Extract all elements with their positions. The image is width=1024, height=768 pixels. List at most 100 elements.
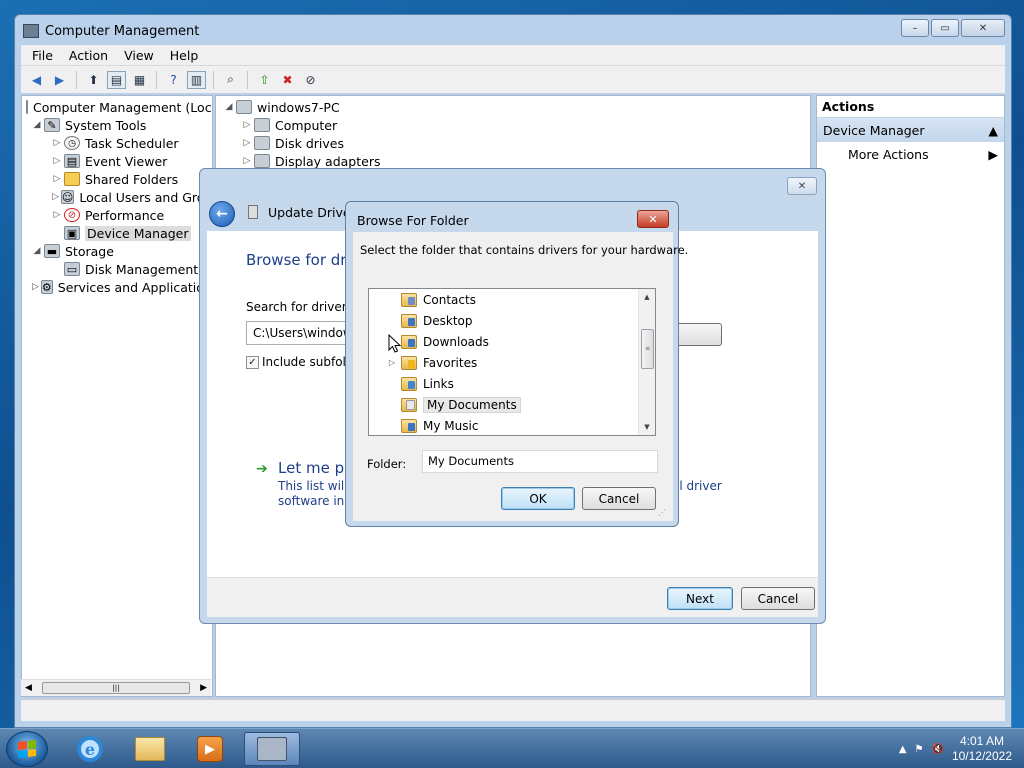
taskbar-internet-explorer[interactable]: e bbox=[62, 732, 118, 766]
device-category-computer[interactable]: ▷ Computer bbox=[216, 116, 810, 134]
tree-item-system-tools[interactable]: ◢ ✎ System Tools bbox=[22, 116, 212, 134]
scroll-down-icon[interactable]: ▼ bbox=[639, 419, 655, 435]
expand-arrow-icon[interactable]: ▷ bbox=[387, 358, 397, 367]
scan-hardware-icon[interactable]: ⌕ bbox=[221, 71, 240, 89]
expand-arrow-icon[interactable]: ▷ bbox=[242, 156, 252, 166]
back-arrow-icon[interactable]: ◀ bbox=[27, 71, 46, 89]
tree-item-event-viewer[interactable]: ▷ ▤ Event Viewer bbox=[22, 152, 212, 170]
actions-device-manager[interactable]: Device Manager ▲ bbox=[817, 118, 1004, 142]
menu-help[interactable]: Help bbox=[163, 48, 206, 63]
folder-item-label: Favorites bbox=[423, 355, 478, 370]
expand-arrow-icon[interactable]: ▷ bbox=[52, 192, 59, 202]
menu-view[interactable]: View bbox=[117, 48, 161, 63]
collapse-arrow-icon[interactable]: ◢ bbox=[224, 102, 234, 112]
expand-arrow-icon[interactable]: ▷ bbox=[242, 120, 252, 130]
tree-item-local-users[interactable]: ▷ ☺ Local Users and Group bbox=[22, 188, 212, 206]
scroll-right-icon[interactable]: ▶ bbox=[200, 683, 207, 693]
wizard-cancel-button[interactable]: Cancel bbox=[741, 587, 815, 610]
tree-item-root[interactable]: Computer Management (Local bbox=[22, 98, 212, 116]
disk-drive-icon bbox=[254, 136, 270, 150]
taskbar-media-player[interactable]: ▶ bbox=[182, 732, 238, 766]
forward-arrow-icon[interactable]: ▶ bbox=[50, 71, 69, 89]
scroll-thumb[interactable]: ≡ bbox=[641, 329, 654, 369]
resize-grip-icon[interactable]: ⋰ bbox=[658, 509, 668, 520]
dialog-cancel-button[interactable]: Cancel bbox=[582, 487, 656, 510]
show-hidden-icons-icon[interactable]: ▲ bbox=[899, 744, 907, 755]
folder-item-my-documents[interactable]: My Documents bbox=[369, 394, 639, 415]
tree-item-performance[interactable]: ▷ ⊘ Performance bbox=[22, 206, 212, 224]
device-category-disk-drives[interactable]: ▷ Disk drives bbox=[216, 134, 810, 152]
taskbar-windows-explorer[interactable] bbox=[122, 732, 178, 766]
folder-item-favorites[interactable]: ▷ Favorites bbox=[369, 352, 639, 373]
folder-item-label: Desktop bbox=[423, 313, 473, 328]
uninstall-icon[interactable]: ✖ bbox=[278, 71, 297, 89]
maximize-button[interactable]: ▭ bbox=[931, 19, 959, 37]
scroll-thumb[interactable]: ||| bbox=[42, 682, 190, 694]
folder-item-contacts[interactable]: Contacts bbox=[369, 289, 639, 310]
expand-arrow-icon[interactable]: ▷ bbox=[52, 138, 62, 148]
expand-arrow-icon[interactable]: ▷ bbox=[52, 156, 62, 166]
tree-item-shared-folders[interactable]: ▷ Shared Folders bbox=[22, 170, 212, 188]
expand-arrow-icon[interactable]: ▷ bbox=[242, 138, 252, 148]
tree-item-label: System Tools bbox=[65, 117, 147, 133]
next-button[interactable]: Next bbox=[667, 587, 733, 610]
services-icon: ⚙ bbox=[40, 280, 53, 294]
tree-item-services[interactable]: ▷ ⚙ Services and Applications bbox=[22, 278, 212, 296]
up-folder-icon[interactable]: ⬆ bbox=[84, 71, 103, 89]
device-root-label: windows7-PC bbox=[257, 99, 340, 115]
scroll-up-icon[interactable]: ▲ bbox=[639, 289, 655, 305]
close-button[interactable]: ✕ bbox=[961, 19, 1005, 37]
collapse-arrow-icon[interactable]: ◢ bbox=[32, 246, 42, 256]
submenu-arrow-icon: ▶ bbox=[988, 146, 998, 162]
update-driver-icon[interactable]: ⇧ bbox=[255, 71, 274, 89]
storage-icon: ▬ bbox=[44, 244, 60, 258]
tree-item-storage[interactable]: ◢ ▬ Storage bbox=[22, 242, 212, 260]
folder-tree-scrollbar[interactable]: ▲ ≡ ▼ bbox=[638, 289, 655, 435]
tree-horizontal-scrollbar[interactable]: ◀ ||| ▶ bbox=[21, 679, 211, 696]
tree-item-device-manager[interactable]: ▣ Device Manager bbox=[22, 224, 212, 242]
tree-item-label: Services and Applications bbox=[57, 279, 213, 295]
back-arrow-icon[interactable]: ← bbox=[209, 201, 235, 227]
folder-field[interactable]: My Documents bbox=[422, 450, 658, 473]
tree-item-task-scheduler[interactable]: ▷ ◷ Task Scheduler bbox=[22, 134, 212, 152]
expand-arrow-icon[interactable]: ▷ bbox=[32, 282, 39, 292]
folder-item-links[interactable]: Links bbox=[369, 373, 639, 394]
folder-item-label: Links bbox=[423, 376, 454, 391]
users-icon: ☺ bbox=[60, 190, 75, 204]
expand-arrow-icon[interactable]: ▷ bbox=[52, 210, 62, 220]
action-center-icon[interactable]: ⚑ bbox=[915, 744, 924, 755]
clock-time: 4:01 AM bbox=[959, 734, 1004, 748]
collapse-arrow-icon[interactable]: ◢ bbox=[32, 120, 42, 130]
properties-icon[interactable]: ▦ bbox=[130, 71, 149, 89]
folder-item-desktop[interactable]: Desktop bbox=[369, 310, 639, 331]
include-subfolders-checkbox[interactable]: ✓ bbox=[246, 356, 259, 369]
dialog-close-button[interactable]: ✕ bbox=[637, 210, 669, 228]
folder-tree[interactable]: Contacts Desktop Downloads ▷ Favorites L… bbox=[368, 288, 656, 436]
favorites-folder-icon bbox=[401, 355, 417, 370]
dialog-instruction: Select the folder that contains drivers … bbox=[360, 243, 689, 257]
wizard-close-button[interactable]: ✕ bbox=[787, 177, 817, 195]
scroll-left-icon[interactable]: ◀ bbox=[25, 683, 32, 693]
folder-item-downloads[interactable]: Downloads bbox=[369, 331, 639, 352]
expand-arrow-icon[interactable]: ▷ bbox=[52, 174, 62, 184]
clock[interactable]: 4:01 AM 10/12/2022 bbox=[952, 734, 1012, 764]
folder-item-my-music[interactable]: My Music bbox=[369, 415, 639, 435]
start-button[interactable] bbox=[6, 731, 48, 767]
more-actions[interactable]: More Actions ▶ bbox=[817, 142, 1004, 166]
tree-item-disk-management[interactable]: ▭ Disk Management bbox=[22, 260, 212, 278]
console-tree: Computer Management (Local ◢ ✎ System To… bbox=[21, 95, 213, 697]
minimize-button[interactable]: – bbox=[901, 19, 929, 37]
disable-device-icon[interactable]: ⊘ bbox=[301, 71, 320, 89]
volume-muted-icon[interactable]: 🔇 bbox=[931, 744, 943, 755]
computer-management-icon bbox=[26, 100, 28, 114]
device-root[interactable]: ◢ windows7-PC bbox=[216, 98, 810, 116]
collapse-up-icon[interactable]: ▲ bbox=[988, 123, 998, 138]
menu-action[interactable]: Action bbox=[62, 48, 115, 63]
ok-button[interactable]: OK bbox=[501, 487, 575, 510]
show-action-pane-icon[interactable]: ▥ bbox=[187, 70, 206, 89]
help-icon[interactable]: ? bbox=[164, 71, 183, 89]
computer-management-icon bbox=[23, 24, 39, 38]
menu-file[interactable]: File bbox=[25, 48, 60, 63]
taskbar-computer-management[interactable] bbox=[244, 732, 300, 766]
show-hide-tree-icon[interactable]: ▤ bbox=[107, 70, 126, 89]
